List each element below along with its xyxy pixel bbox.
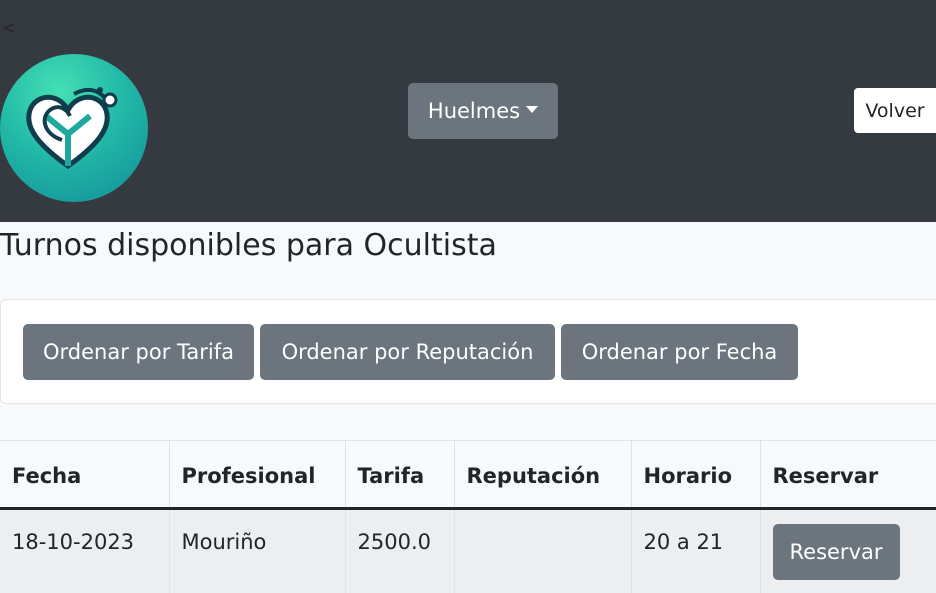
- column-header-rate: Tarifa: [345, 440, 455, 510]
- appointments-table: Fecha Profesional Tarifa Reputación Hora…: [0, 440, 936, 593]
- cell-schedule: 20 a 21: [631, 508, 761, 593]
- heart-stethoscope-logo-icon[interactable]: [0, 54, 148, 202]
- column-header-reserve: Reservar: [760, 440, 936, 510]
- column-header-schedule: Horario: [631, 440, 761, 510]
- city-dropdown[interactable]: Huelmes: [408, 83, 558, 139]
- cell-date: 18-10-2023: [0, 508, 170, 593]
- back-link[interactable]: <: [2, 18, 15, 38]
- page-title: Turnos disponibles para Ocultista: [0, 228, 497, 263]
- reserve-button[interactable]: Reservar: [772, 524, 900, 580]
- cell-professional: Mouriño: [169, 508, 346, 593]
- column-header-reputation: Reputación: [454, 440, 632, 510]
- table-row: 18-10-2023 Mouriño 2500.0 20 a 21 Reserv…: [0, 508, 936, 593]
- sort-by-reputation-button[interactable]: Ordenar por Reputación: [260, 324, 555, 380]
- cell-reserve: Reservar: [760, 508, 936, 593]
- sort-toolbar: Ordenar por Tarifa Ordenar por Reputació…: [0, 299, 936, 404]
- sort-by-date-button[interactable]: Ordenar por Fecha: [561, 324, 798, 380]
- column-header-date: Fecha: [0, 440, 170, 510]
- cell-reputation: [454, 508, 632, 593]
- column-header-professional: Profesional: [169, 440, 346, 510]
- back-button[interactable]: Volver: [854, 88, 936, 133]
- caret-down-icon: [526, 105, 539, 113]
- navbar: < Huelmes Volver: [0, 0, 936, 222]
- sort-by-rate-button[interactable]: Ordenar por Tarifa: [23, 324, 254, 380]
- table-header-row: Fecha Profesional Tarifa Reputación Hora…: [0, 440, 936, 510]
- cell-rate: 2500.0: [345, 508, 455, 593]
- city-dropdown-label: Huelmes: [427, 99, 521, 123]
